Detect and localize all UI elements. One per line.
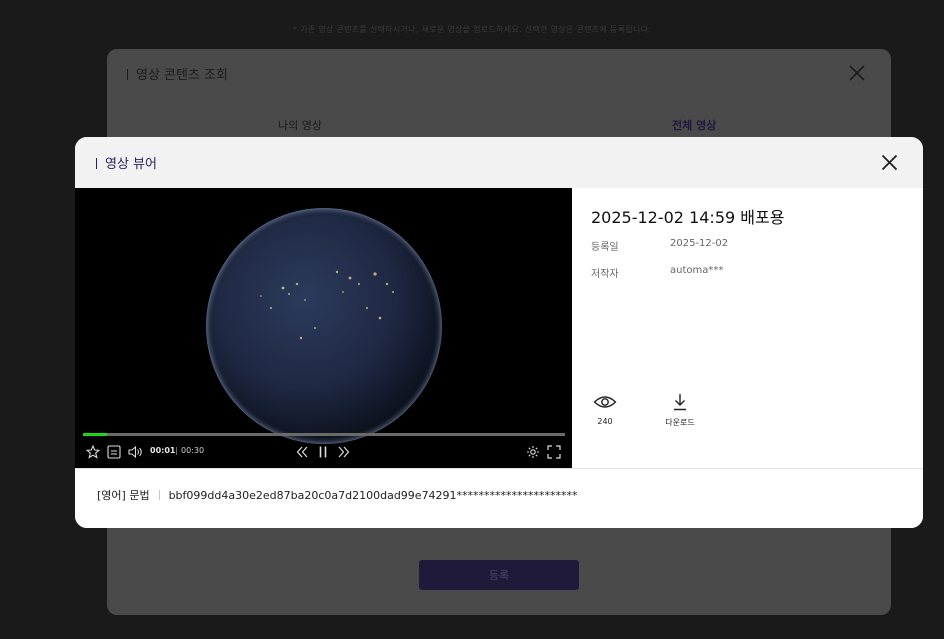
video-meta-line: [영어] 문법 bbf099dd4a30e2ed87ba20c0a7d2100da… [97, 487, 578, 503]
close-icon[interactable] [881, 154, 898, 171]
viewer-title: 영상 뷰어 [96, 153, 157, 172]
video-info-panel: 2025-12-02 14:59 배포용 등록일 2025-12-02 저작자 … [572, 188, 923, 468]
volume-icon[interactable] [128, 445, 143, 459]
view-count: 240 [585, 393, 625, 426]
progress-fill [83, 433, 108, 436]
category-label: [영어] 문법 [97, 489, 150, 502]
view-count-value: 240 [597, 417, 613, 426]
modal-title-text: 영상 콘텐츠 조회 [136, 68, 228, 83]
tab-my-videos[interactable]: 나의 영상 [278, 117, 322, 133]
fullscreen-icon[interactable] [547, 445, 561, 459]
tab-all-videos[interactable]: 전체 영상 [672, 117, 716, 133]
screen: * 기존 영상 콘텐츠를 선택하시거나, 새로운 영상을 업로드하세요. 선택한… [0, 0, 944, 639]
settings-icon[interactable] [526, 445, 540, 459]
close-icon[interactable] [849, 65, 865, 81]
register-button[interactable]: 등록 [419, 560, 579, 590]
author-label: 저작자 [591, 269, 619, 280]
author-value: automa*** [670, 265, 724, 276]
download-button[interactable]: 다운로드 [660, 393, 700, 428]
divider [158, 490, 160, 500]
eye-icon [593, 396, 617, 408]
earth-video-frame [206, 208, 442, 444]
subtitle-icon[interactable] [107, 444, 121, 460]
progress-bar[interactable] [83, 433, 565, 436]
download-label: 다운로드 [665, 418, 695, 427]
registered-date-value: 2025-12-02 [670, 238, 729, 249]
viewer-footer: [영어] 문법 bbf099dd4a30e2ed87ba20c0a7d2100da… [75, 468, 923, 528]
time-separator: | [175, 446, 178, 455]
video-player[interactable]: 00:01 | 00:30 [75, 188, 572, 468]
title-bar-accent [96, 158, 97, 169]
star-icon[interactable] [86, 445, 100, 459]
video-tabs: 나의 영상 전체 영상 [107, 109, 891, 139]
pause-icon[interactable] [318, 445, 328, 459]
current-time: 00:01 [150, 446, 176, 455]
rewind-icon[interactable] [296, 445, 308, 459]
title-bar-accent [127, 69, 128, 80]
registered-date-label: 등록일 [591, 242, 619, 253]
video-viewer-modal: 영상 뷰어 00:01 | 00:30 2025-12-02 14:59 배포용… [75, 137, 923, 528]
download-icon [674, 394, 686, 411]
video-title: 2025-12-02 14:59 배포용 [591, 208, 785, 227]
viewer-header: 영상 뷰어 [75, 137, 923, 188]
viewer-title-text: 영상 뷰어 [105, 157, 157, 172]
background-notice: * 기존 영상 콘텐츠를 선택하시거나, 새로운 영상을 업로드하세요. 선택한… [292, 25, 652, 34]
video-id: bbf099dd4a30e2ed87ba20c0a7d2100dad99e742… [168, 489, 578, 502]
duration: 00:30 [181, 446, 205, 455]
fast-forward-icon[interactable] [338, 445, 350, 459]
video-content-modal-title: 영상 콘텐츠 조회 [127, 64, 228, 83]
